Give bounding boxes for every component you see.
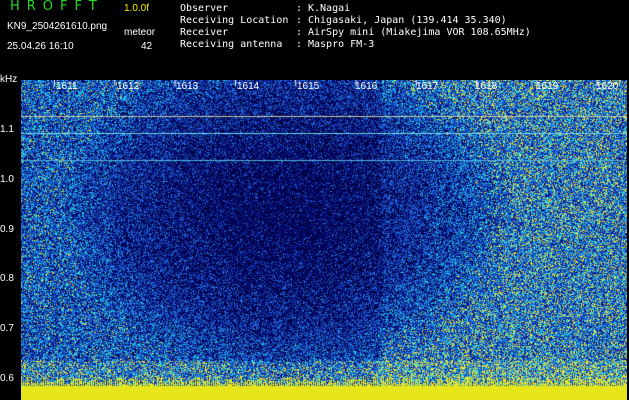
spectrogram-plot bbox=[21, 80, 627, 400]
y-tick-label: 1.0 bbox=[0, 174, 14, 185]
y-tick-label: 1.1 bbox=[0, 124, 14, 135]
x-tick-label: 1620 bbox=[596, 81, 619, 92]
info-value: K.Nagai bbox=[308, 3, 351, 14]
x-tick-label: 1617 bbox=[416, 81, 439, 92]
info-label: Receiver bbox=[180, 27, 229, 38]
info-separator: : bbox=[296, 3, 303, 14]
spectrogram-canvas bbox=[21, 80, 627, 400]
x-tick-label: 1612 bbox=[117, 81, 140, 92]
datetime-label: 25.04.26 16:10 bbox=[7, 41, 74, 52]
x-tick-label: 1616 bbox=[355, 81, 378, 92]
filename-label: KN9_2504261610.png bbox=[7, 21, 108, 32]
x-tick-label: 1615 bbox=[297, 81, 320, 92]
x-tick-label: 1614 bbox=[237, 81, 260, 92]
meteor-count-label: meteor bbox=[124, 27, 156, 38]
x-tick-label: 1611 bbox=[56, 81, 78, 92]
y-tick-label: 0.7 bbox=[0, 323, 14, 334]
app-title: HROFFT bbox=[10, 0, 104, 14]
y-tick-label: 0.9 bbox=[0, 224, 14, 235]
info-value: Maspro FM-3 bbox=[308, 39, 375, 50]
info-label: Observer bbox=[180, 3, 229, 14]
info-label: Receiving antenna bbox=[180, 39, 283, 50]
info-separator: : bbox=[296, 27, 303, 38]
x-tick-label: 1619 bbox=[536, 81, 559, 92]
y-tick-label: 0.6 bbox=[0, 373, 14, 384]
x-tick-label: 1618 bbox=[475, 81, 498, 92]
info-separator: : bbox=[296, 39, 303, 50]
meteor-count-value: 42 bbox=[141, 41, 153, 52]
y-tick-label: 0.8 bbox=[0, 273, 14, 284]
version-label: 1.0.0f bbox=[124, 3, 150, 14]
info-value: Chigasaki, Japan (139.414 35.340) bbox=[308, 15, 507, 26]
y-axis-unit: kHz bbox=[0, 74, 18, 85]
info-separator: : bbox=[296, 15, 303, 26]
info-value: AirSpy mini (Miakejima VOR 108.65MHz) bbox=[308, 27, 531, 38]
x-tick-label: 1613 bbox=[176, 81, 199, 92]
info-label: Receiving Location bbox=[180, 15, 289, 26]
